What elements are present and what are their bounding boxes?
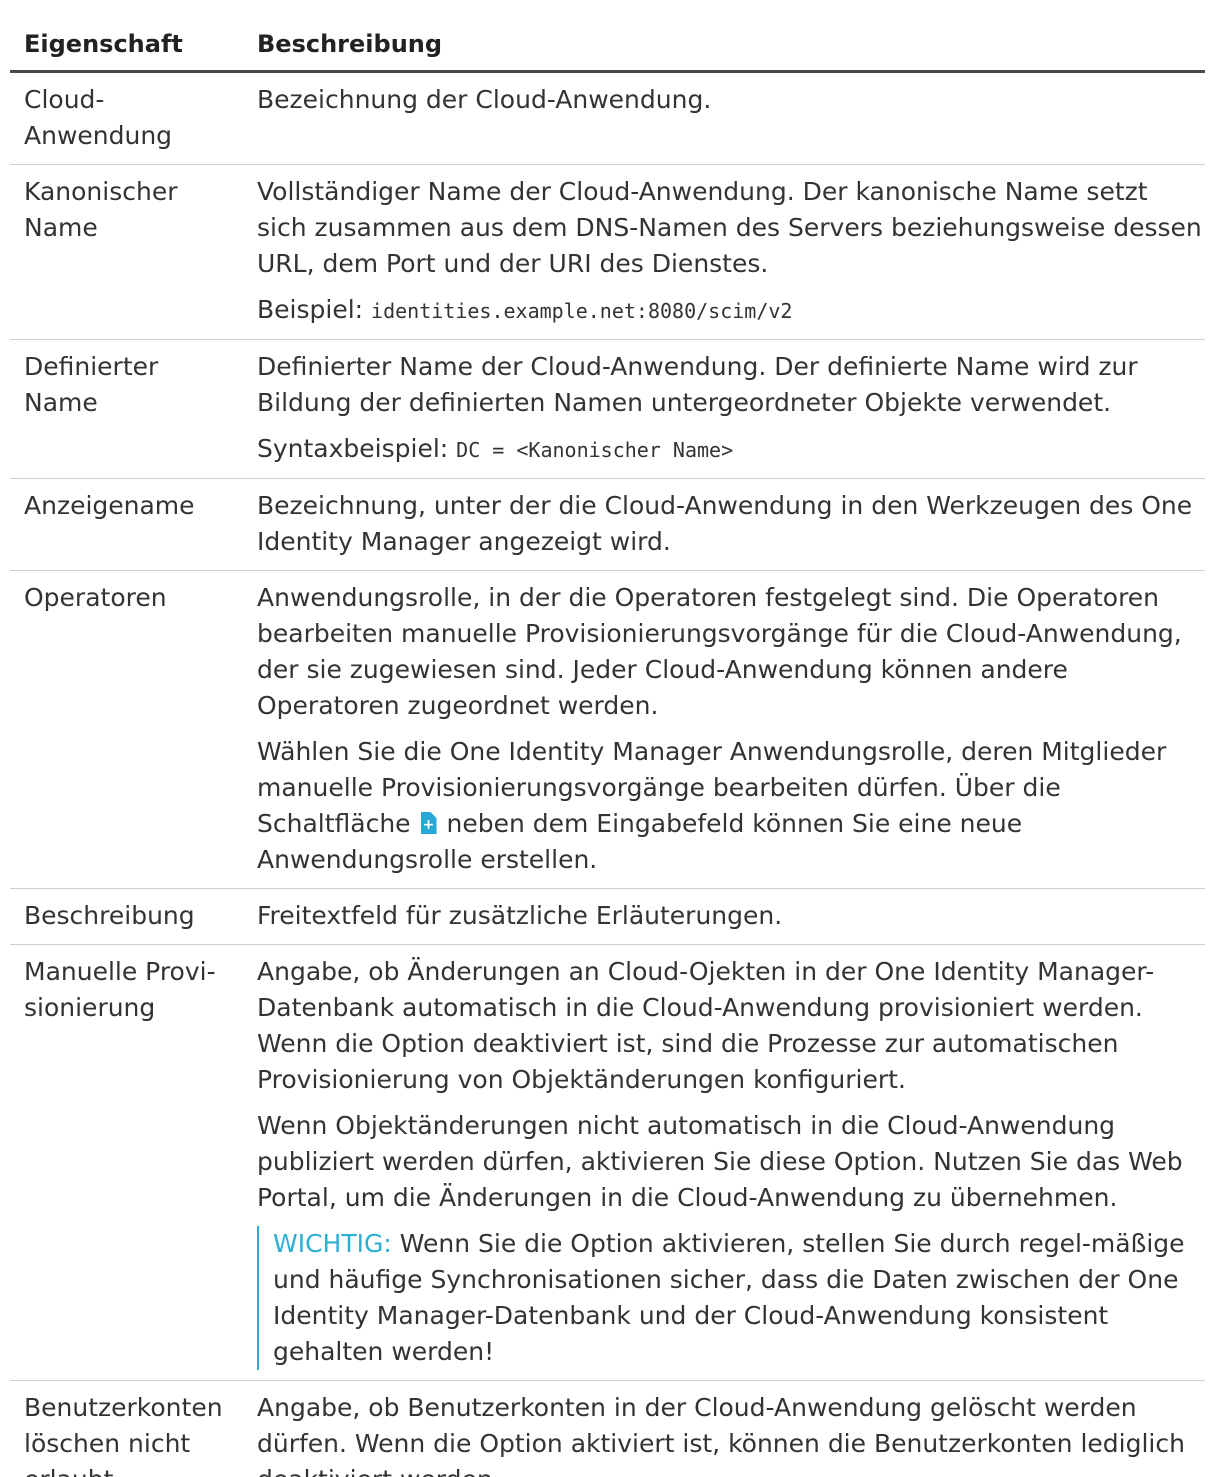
- property-name: Kanonischer Name: [10, 164, 243, 340]
- example-value: DC = <Kanonischer Name>: [456, 438, 734, 462]
- description-paragraph: Freitextfeld für zusätzliche Erläuterung…: [257, 901, 783, 930]
- table-row: Operatoren Anwendungsrolle, in der die O…: [10, 570, 1205, 889]
- description-paragraph: Bezeichnung, unter der die Cloud-Anwendu…: [257, 491, 1193, 556]
- description-paragraph: Angabe, ob Änderungen an Cloud-Ojekten i…: [257, 957, 1155, 1094]
- table-row: Definierter Name Definierter Name der Cl…: [10, 339, 1205, 479]
- column-header-property: Eigenschaft: [10, 22, 243, 73]
- property-name: Definierter Name: [10, 339, 243, 479]
- property-name: Anzeigename: [10, 478, 243, 571]
- example-label: Beispiel:: [257, 295, 364, 324]
- property-description: Bezeichnung, unter der die Cloud-Anwendu…: [243, 478, 1205, 571]
- table-row: Manuelle Provi-sionierung Angabe, ob Änd…: [10, 944, 1205, 1381]
- table-header: Eigenschaft Beschreibung: [10, 22, 1205, 73]
- description-paragraph-with-icon: Wählen Sie die One Identity Manager Anwe…: [257, 734, 1205, 878]
- property-description: Vollständiger Name der Cloud-Anwendung. …: [243, 164, 1205, 340]
- description-paragraph: Angabe, ob Benutzerkonten in der Cloud-A…: [257, 1393, 1185, 1477]
- property-description: Angabe, ob Änderungen an Cloud-Ojekten i…: [243, 944, 1205, 1381]
- property-name: Operatoren: [10, 570, 243, 889]
- property-description: Bezeichnung der Cloud-Anwendung.: [243, 71, 1205, 165]
- header-row: Eigenschaft Beschreibung: [10, 22, 1205, 73]
- table-row: Cloud- Anwendung Bezeichnung der Cloud-An…: [10, 71, 1205, 165]
- property-name: Cloud- Anwendung: [10, 71, 243, 165]
- example-label: Syntaxbeispiel:: [257, 434, 449, 463]
- description-paragraph: Bezeichnung der Cloud-Anwendung.: [257, 85, 712, 114]
- property-name: Manuelle Provi-sionierung: [10, 944, 243, 1381]
- property-name: Beschreibung: [10, 888, 243, 945]
- description-paragraph: Vollständiger Name der Cloud-Anwendung. …: [257, 177, 1202, 278]
- properties-table: Eigenschaft Beschreibung Cloud- Anwendung…: [10, 22, 1205, 1477]
- example-value: identities.example.net:8080/scim/v2: [371, 299, 793, 323]
- table-row: Benutzerkonten löschen nicht erlaubt Ang…: [10, 1381, 1205, 1477]
- example-paragraph: Beispiel: identities.example.net:8080/sc…: [257, 292, 1205, 329]
- description-paragraph: Anwendungsrolle, in der die Operatoren f…: [257, 583, 1182, 720]
- table-row: Anzeigename Bezeichnung, unter der die C…: [10, 478, 1205, 571]
- table-row: Kanonischer Name Vollständiger Name der …: [10, 164, 1205, 340]
- new-document-plus-icon: +: [420, 812, 437, 834]
- example-paragraph: Syntaxbeispiel: DC = <Kanonischer Name>: [257, 431, 1205, 468]
- important-note: WICHTIG: Wenn Sie die Option aktivieren,…: [257, 1226, 1205, 1370]
- description-paragraph: Wenn Objektänderungen nicht automatisch …: [257, 1111, 1183, 1212]
- column-header-description: Beschreibung: [243, 22, 1205, 73]
- important-note-label: WICHTIG:: [273, 1229, 392, 1258]
- property-name: Benutzerkonten löschen nicht erlaubt: [24, 1393, 223, 1477]
- table-row: Beschreibung Freitextfeld für zusätzlich…: [10, 888, 1205, 945]
- property-description: Definierter Name der Cloud-Anwendung. De…: [243, 339, 1205, 479]
- description-paragraph: Definierter Name der Cloud-Anwendung. De…: [257, 352, 1138, 417]
- important-note-text: Wenn Sie die Option aktivieren, stellen …: [273, 1229, 1185, 1366]
- property-description: Freitextfeld für zusätzliche Erläuterung…: [243, 888, 1205, 945]
- property-description: Anwendungsrolle, in der die Operatoren f…: [243, 570, 1205, 889]
- property-description: Angabe, ob Benutzerkonten in der Cloud-A…: [243, 1381, 1205, 1477]
